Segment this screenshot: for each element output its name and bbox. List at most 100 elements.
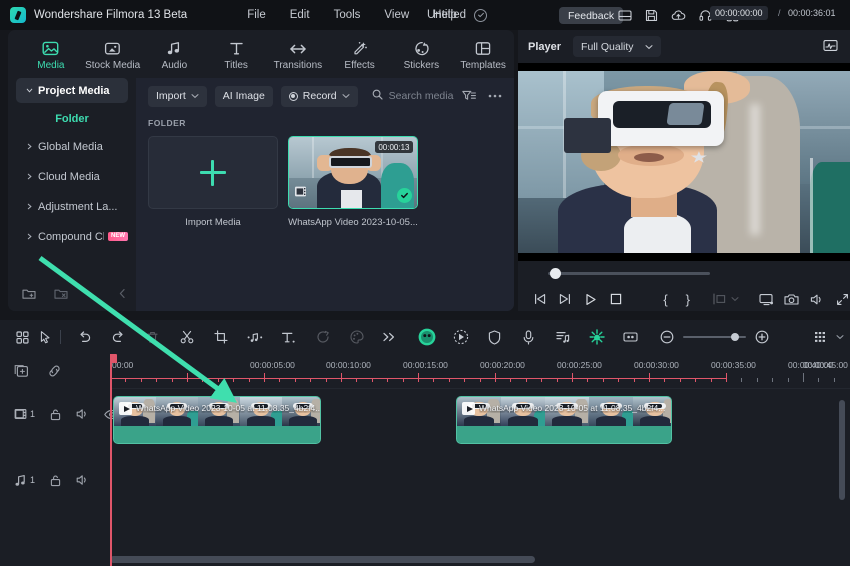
- ruler-tick: [125, 378, 126, 382]
- timeline-horizontal-scrollbar[interactable]: [110, 556, 535, 563]
- new-folder-icon[interactable]: [22, 287, 36, 300]
- sidebar-item-adjustment-layer[interactable]: Adjustment La...: [16, 194, 128, 219]
- ruler-tick: [772, 378, 773, 382]
- sidebar-item-global-media[interactable]: Global Media: [16, 134, 128, 159]
- import-button[interactable]: Import: [148, 85, 207, 107]
- quality-dropdown[interactable]: Full Quality: [573, 36, 662, 57]
- chevron-down-icon[interactable]: [830, 324, 850, 350]
- keyframe-icon[interactable]: [621, 324, 641, 350]
- lock-track-icon[interactable]: [49, 408, 62, 421]
- save-icon[interactable]: [644, 8, 659, 23]
- import-label: Import: [156, 90, 186, 102]
- timeline-vertical-scrollbar[interactable]: [839, 400, 845, 500]
- tab-stock-media[interactable]: Stock Media: [82, 30, 144, 78]
- quality-value: Full Quality: [581, 40, 634, 53]
- player-video[interactable]: [518, 63, 850, 261]
- delete-folder-icon[interactable]: [54, 287, 68, 300]
- snapshot-camera-icon[interactable]: [784, 289, 799, 309]
- zoom-out-icon[interactable]: [657, 324, 677, 350]
- mark-in-icon[interactable]: {: [659, 289, 671, 309]
- tab-effects[interactable]: Effects: [329, 30, 391, 78]
- ruler-tick: [480, 378, 481, 382]
- collapse-panel-icon[interactable]: [118, 288, 127, 299]
- play-icon[interactable]: [583, 289, 598, 309]
- track-height-icon[interactable]: [810, 324, 830, 350]
- cloud-upload-icon[interactable]: [671, 8, 686, 23]
- player-seek-handle[interactable]: [550, 268, 561, 279]
- next-frame-icon[interactable]: [557, 289, 572, 309]
- ruler-tick: [572, 373, 573, 382]
- mark-out-icon[interactable]: }: [682, 289, 694, 309]
- player-seek-track[interactable]: [548, 272, 710, 275]
- tab-templates[interactable]: Templates: [452, 30, 514, 78]
- apps-grid-icon[interactable]: [12, 324, 32, 350]
- undo-icon[interactable]: [75, 324, 95, 350]
- speed-ramp-icon[interactable]: [313, 324, 333, 350]
- audio-mix-icon[interactable]: [245, 324, 265, 350]
- chevron-down-icon[interactable]: [730, 289, 741, 309]
- record-button[interactable]: Record: [280, 85, 358, 107]
- ai-image-button[interactable]: AI Image: [214, 85, 273, 107]
- select-cursor-icon[interactable]: [36, 324, 56, 350]
- tab-titles[interactable]: Titles: [205, 30, 267, 78]
- playhead-handle[interactable]: [110, 354, 117, 363]
- crop-icon[interactable]: [211, 324, 231, 350]
- menu-item-file[interactable]: File: [235, 6, 278, 24]
- mute-track-icon[interactable]: [76, 474, 90, 486]
- search-input[interactable]: Search media: [372, 87, 453, 105]
- tab-media[interactable]: Media: [20, 30, 82, 78]
- tab-audio[interactable]: Audio: [144, 30, 206, 78]
- prev-frame-icon[interactable]: [532, 289, 547, 309]
- timeline-ruler[interactable]: 00:00 00:00:05:00 00:00:10:00 00:00:15:0…: [110, 354, 850, 388]
- ai-portrait-icon[interactable]: [417, 324, 437, 350]
- menu-item-edit[interactable]: Edit: [278, 6, 322, 24]
- templates-grid-icon: [475, 37, 491, 56]
- document-title: Untitled: [427, 9, 466, 21]
- link-unlink-icon[interactable]: [47, 364, 62, 378]
- playhead[interactable]: [110, 354, 112, 566]
- ruler-tick: [788, 378, 789, 382]
- sidebar-item-project-media[interactable]: Project Media: [16, 78, 128, 103]
- media-item-name: WhatsApp Video 2023-10-05...: [288, 217, 418, 228]
- motion-tracking-icon[interactable]: [451, 324, 471, 350]
- timeline-clip-1[interactable]: WhatsApp Video 2023-10-05 at 11.08.35_4b…: [113, 396, 321, 444]
- mute-track-icon[interactable]: [76, 408, 90, 420]
- cut-scissors-icon[interactable]: [177, 324, 197, 350]
- add-media-track-icon[interactable]: [14, 364, 29, 378]
- media-thumbnail[interactable]: 00:00:13: [288, 136, 418, 209]
- text-tool-icon[interactable]: [279, 324, 299, 350]
- tab-stickers[interactable]: Stickers: [391, 30, 453, 78]
- feedback-button[interactable]: Feedback: [559, 7, 624, 24]
- tab-transitions[interactable]: Transitions: [267, 30, 329, 78]
- menu-item-tools[interactable]: Tools: [322, 6, 373, 24]
- audio-detach-icon[interactable]: [553, 324, 573, 350]
- video-track-controls: 1: [0, 388, 119, 440]
- chevron-right-icon: [24, 233, 35, 240]
- delete-icon[interactable]: [143, 324, 163, 350]
- stabilization-icon[interactable]: [485, 324, 505, 350]
- color-palette-icon[interactable]: [347, 324, 367, 350]
- zoom-slider[interactable]: [682, 333, 746, 341]
- sidebar-item-cloud-media[interactable]: Cloud Media: [16, 164, 128, 189]
- fullscreen-icon[interactable]: [835, 289, 850, 309]
- layout-icon[interactable]: [617, 8, 632, 23]
- timeline-clip-2[interactable]: WhatsApp Video 2023-10-05 at 11.08.35_4b…: [456, 396, 672, 444]
- chevron-down-icon: [342, 93, 350, 99]
- sidebar-item-compound-clip[interactable]: Compound Clip NEW: [16, 224, 128, 249]
- cast-screen-icon[interactable]: [759, 289, 774, 309]
- player-waveform-icon[interactable]: [823, 39, 838, 52]
- menu-item-view[interactable]: View: [372, 6, 421, 24]
- more-chevrons-icon[interactable]: [379, 324, 399, 350]
- zoom-in-icon[interactable]: [752, 324, 772, 350]
- more-options-icon[interactable]: [488, 94, 502, 98]
- sidebar-subitem-folder[interactable]: Folder: [8, 108, 136, 130]
- ai-smart-cutout-icon[interactable]: [587, 324, 607, 350]
- redo-icon[interactable]: [109, 324, 129, 350]
- lock-track-icon[interactable]: [49, 474, 62, 487]
- zoom-slider-handle[interactable]: [730, 333, 739, 341]
- import-media-tile[interactable]: [148, 136, 278, 209]
- stop-icon[interactable]: [608, 289, 623, 309]
- voiceover-mic-icon[interactable]: [519, 324, 539, 350]
- volume-icon[interactable]: [809, 289, 824, 309]
- filter-sort-icon[interactable]: [462, 90, 476, 102]
